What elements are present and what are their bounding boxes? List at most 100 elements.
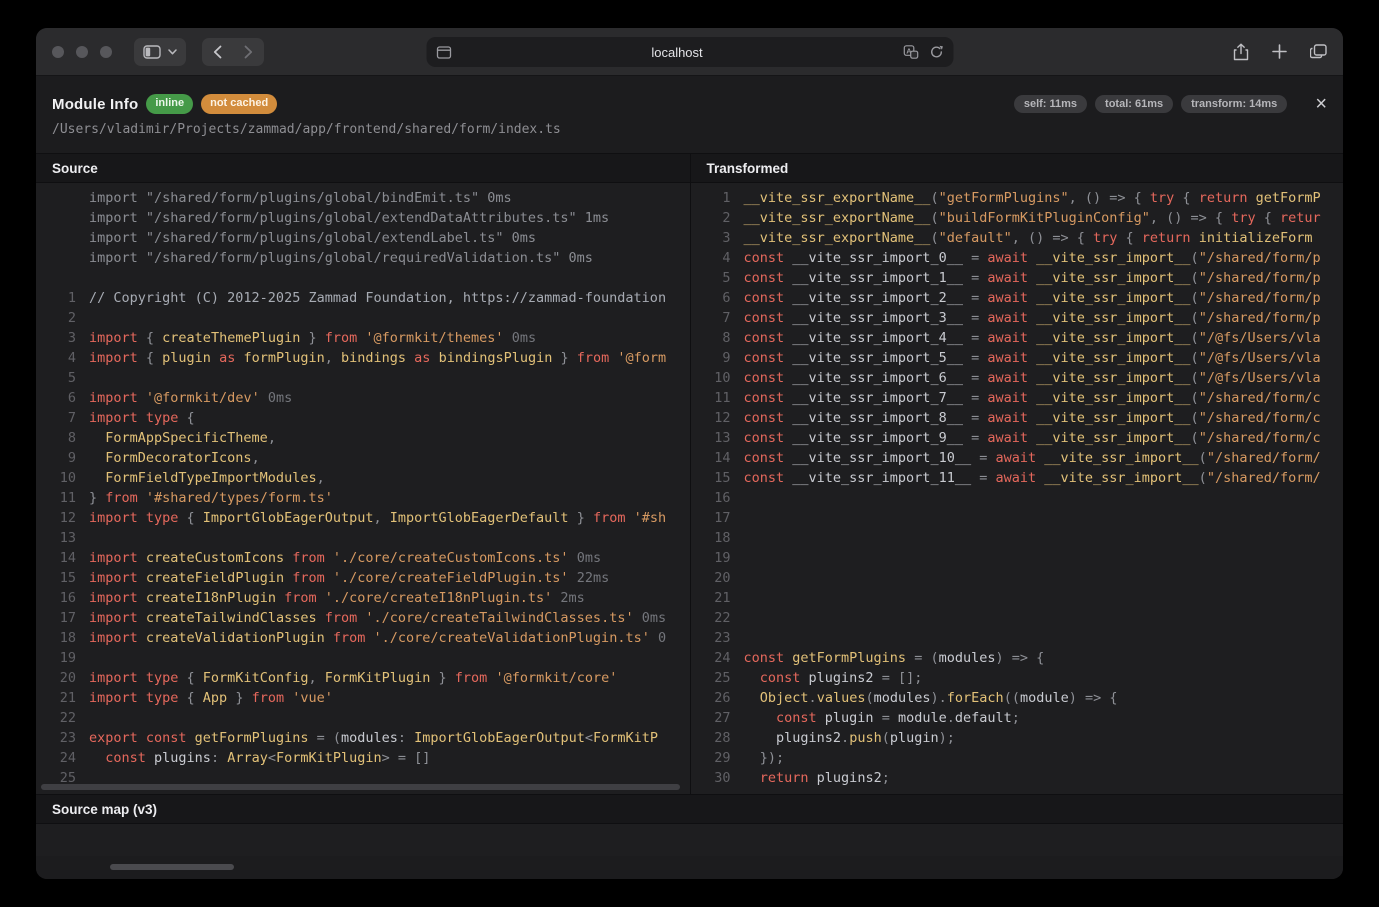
code-line: 27 const plugin = module.default; bbox=[707, 708, 1344, 728]
reload-icon[interactable] bbox=[929, 45, 943, 59]
source-horizontal-scrollbar[interactable] bbox=[41, 784, 680, 790]
code-line: 8const __vite_ssr_import_4__ = await __v… bbox=[707, 328, 1344, 348]
code-line: 17import createTailwindClasses from './c… bbox=[52, 608, 690, 628]
code-line: 7import type { bbox=[52, 408, 690, 428]
code-line: 6const __vite_ssr_import_2__ = await __v… bbox=[707, 288, 1344, 308]
code-line: import "/shared/form/plugins/global/bind… bbox=[52, 188, 690, 208]
reader-icon[interactable] bbox=[436, 46, 451, 59]
code-line: 4const __vite_ssr_import_0__ = await __v… bbox=[707, 248, 1344, 268]
code-line: 25 const plugins2 = []; bbox=[707, 668, 1344, 688]
code-line: 10 FormFieldTypeImportModules, bbox=[52, 468, 690, 488]
minimize-window-button[interactable] bbox=[76, 46, 88, 58]
close-window-button[interactable] bbox=[52, 46, 64, 58]
browser-titlebar: localhost A bbox=[36, 28, 1343, 76]
transformed-pane: Transformed 1__vite_ssr_exportName__("ge… bbox=[690, 154, 1344, 794]
code-line: 3import { createThemePlugin } from '@for… bbox=[52, 328, 690, 348]
code-line: 5 bbox=[52, 368, 690, 388]
code-line: import "/shared/form/plugins/global/requ… bbox=[52, 248, 690, 268]
badge-inline: inline bbox=[146, 94, 193, 113]
code-line: 24const getFormPlugins = (modules) => { bbox=[707, 648, 1344, 668]
code-line: 14import createCustomIcons from './core/… bbox=[52, 548, 690, 568]
code-line: 20 bbox=[707, 568, 1344, 588]
sourcemap-title: Source map (v3) bbox=[36, 795, 1343, 824]
sourcemap-body: 1;;;AAEA;AAAkC;AAAA;AAAA;AAAA;AAClC;AAEA… bbox=[36, 824, 1343, 856]
navigation-buttons bbox=[202, 38, 264, 66]
page-title: Module Info bbox=[52, 96, 138, 113]
module-path: /Users/vladimir/Projects/zammad/app/fron… bbox=[36, 114, 1343, 153]
code-line: 11} from '#shared/types/form.ts' bbox=[52, 488, 690, 508]
code-line: 23 bbox=[707, 628, 1344, 648]
titlebar-right-actions bbox=[1233, 43, 1327, 61]
code-line: 15const __vite_ssr_import_11__ = await _… bbox=[707, 468, 1344, 488]
browser-window: localhost A bbox=[36, 28, 1343, 879]
code-line: import "/shared/form/plugins/global/exte… bbox=[52, 228, 690, 248]
code-line: import "/shared/form/plugins/global/exte… bbox=[52, 208, 690, 228]
header-timings: self: 11mstotal: 61mstransform: 14ms bbox=[1014, 95, 1287, 113]
code-panes: Source import "/shared/form/plugins/glob… bbox=[36, 153, 1343, 794]
translate-icon[interactable]: A bbox=[903, 45, 918, 59]
code-line: 18 bbox=[707, 528, 1344, 548]
page-header: Module Info inlinenot cached self: 11mst… bbox=[36, 76, 1343, 114]
address-bar[interactable]: localhost A bbox=[426, 37, 953, 67]
code-line: 11const __vite_ssr_import_7__ = await __… bbox=[707, 388, 1344, 408]
code-line: 10const __vite_ssr_import_6__ = await __… bbox=[707, 368, 1344, 388]
code-line: 9 FormDecoratorIcons, bbox=[52, 448, 690, 468]
timing-badge: total: 61ms bbox=[1095, 95, 1173, 113]
code-line: 12const __vite_ssr_import_8__ = await __… bbox=[707, 408, 1344, 428]
code-line: 22 bbox=[707, 608, 1344, 628]
code-line: 21import type { App } from 'vue' bbox=[52, 688, 690, 708]
transformed-pane-title: Transformed bbox=[691, 154, 1344, 183]
code-line: 28 plugins2.push(plugin); bbox=[707, 728, 1344, 748]
source-code: import "/shared/form/plugins/global/bind… bbox=[36, 183, 690, 794]
sourcemap-section: Source map (v3) 1;;;AAEA;AAAkC;AAAA;AAAA… bbox=[36, 794, 1343, 879]
close-icon[interactable]: × bbox=[1315, 94, 1327, 114]
sidebar-toggle-button[interactable] bbox=[134, 38, 186, 66]
code-line: 22 bbox=[52, 708, 690, 728]
code-line: 7const __vite_ssr_import_3__ = await __v… bbox=[707, 308, 1344, 328]
code-line: 13const __vite_ssr_import_9__ = await __… bbox=[707, 428, 1344, 448]
module-info-page: Module Info inlinenot cached self: 11mst… bbox=[36, 76, 1343, 879]
new-tab-icon[interactable] bbox=[1272, 44, 1287, 59]
code-line: 17 bbox=[707, 508, 1344, 528]
zoom-window-button[interactable] bbox=[100, 46, 112, 58]
code-line: 8 FormAppSpecificTheme, bbox=[52, 428, 690, 448]
code-line: 16import createI18nPlugin from './core/c… bbox=[52, 588, 690, 608]
sidebar-icon bbox=[143, 45, 161, 59]
back-button[interactable] bbox=[202, 38, 233, 66]
header-badges: inline not cached bbox=[146, 94, 277, 113]
code-line: 4import { plugin as formPlugin, bindings… bbox=[52, 348, 690, 368]
sourcemap-line: 1;;;AAEA;AAAkC;AAAA;AAAA;AAAA;AAClC;AAEA… bbox=[52, 830, 1343, 850]
code-line bbox=[52, 268, 690, 288]
sourcemap-footer bbox=[36, 856, 1343, 879]
share-icon[interactable] bbox=[1233, 43, 1249, 61]
sourcemap-horizontal-scrollbar[interactable] bbox=[110, 864, 234, 870]
code-line: 18import createValidationPlugin from './… bbox=[52, 628, 690, 648]
chevron-down-icon bbox=[168, 49, 177, 55]
code-line: 19 bbox=[52, 648, 690, 668]
code-line: 15import createFieldPlugin from './core/… bbox=[52, 568, 690, 588]
forward-button[interactable] bbox=[233, 38, 264, 66]
code-line: 2__vite_ssr_exportName__("buildFormKitPl… bbox=[707, 208, 1344, 228]
tab-overview-icon[interactable] bbox=[1310, 44, 1327, 59]
code-line: 3__vite_ssr_exportName__("default", () =… bbox=[707, 228, 1344, 248]
timing-badge: transform: 14ms bbox=[1181, 95, 1287, 113]
code-line: 5const __vite_ssr_import_1__ = await __v… bbox=[707, 268, 1344, 288]
code-line: 9const __vite_ssr_import_5__ = await __v… bbox=[707, 348, 1344, 368]
code-line: 21 bbox=[707, 588, 1344, 608]
window-controls bbox=[52, 46, 112, 58]
code-line: 30 return plugins2; bbox=[707, 768, 1344, 788]
code-line: 24 const plugins: Array<FormKitPlugin> =… bbox=[52, 748, 690, 768]
code-line: 12import type { ImportGlobEagerOutput, I… bbox=[52, 508, 690, 528]
code-line: 13 bbox=[52, 528, 690, 548]
transformed-code: 1__vite_ssr_exportName__("getFormPlugins… bbox=[691, 183, 1344, 794]
badge-not-cached: not cached bbox=[201, 94, 277, 113]
address-bar-actions: A bbox=[903, 45, 943, 59]
source-pane-title: Source bbox=[36, 154, 690, 183]
code-line: 6import '@formkit/dev' 0ms bbox=[52, 388, 690, 408]
code-line: 23export const getFormPlugins = (modules… bbox=[52, 728, 690, 748]
code-line: 1// Copyright (C) 2012-2025 Zammad Found… bbox=[52, 288, 690, 308]
code-line: 14const __vite_ssr_import_10__ = await _… bbox=[707, 448, 1344, 468]
code-line: 26 Object.values(modules).forEach((modul… bbox=[707, 688, 1344, 708]
code-line: 20import type { FormKitConfig, FormKitPl… bbox=[52, 668, 690, 688]
code-line: 29 }); bbox=[707, 748, 1344, 768]
